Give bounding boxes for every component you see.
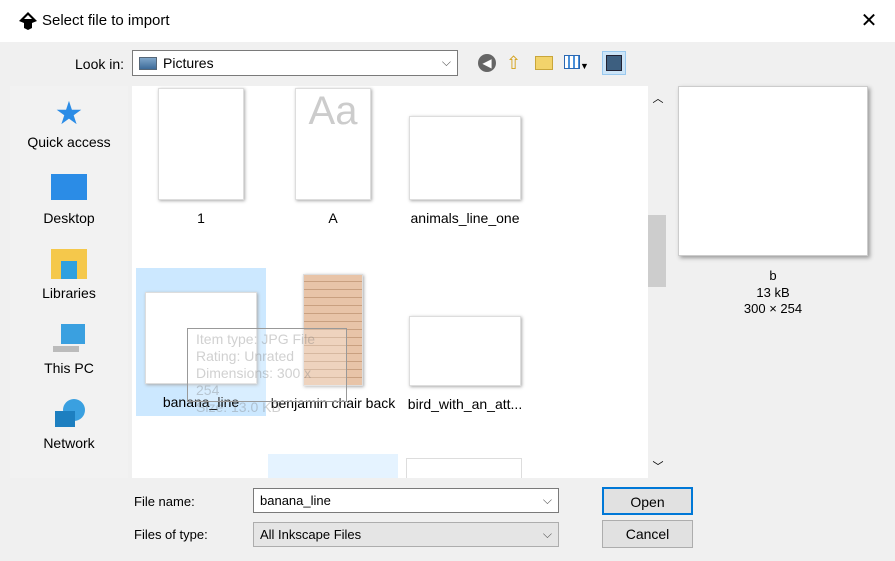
inkscape-logo-icon — [19, 12, 37, 30]
file-item-hover[interactable] — [268, 454, 398, 478]
sidebar-item-label: Libraries — [42, 285, 96, 301]
look-in-value: Pictures — [163, 55, 214, 71]
pictures-folder-icon — [139, 56, 157, 70]
tooltip-type: Item type: JPG File — [196, 331, 316, 347]
file-item[interactable]: Aa A — [268, 88, 398, 226]
file-thumbnail — [158, 88, 244, 200]
star-icon: ★ — [54, 95, 84, 131]
file-type-select[interactable]: All Inkscape Files ⌵ — [253, 522, 559, 547]
preview-dimensions: 300 × 254 — [743, 301, 803, 316]
file-list[interactable]: 1 Aa A animals_line_one banana_line benj… — [132, 86, 648, 478]
preview-toggle-icon[interactable] — [602, 51, 626, 75]
libraries-icon — [51, 249, 87, 279]
file-name-input[interactable]: banana_line ⌵ — [253, 488, 559, 513]
file-item[interactable]: bird_with_an_att... — [400, 268, 530, 412]
network-icon — [51, 399, 87, 429]
file-name: bird_with_an_att... — [407, 396, 523, 412]
file-thumbnail — [409, 116, 521, 200]
file-type-label: Files of type: — [134, 527, 208, 542]
file-item[interactable] — [406, 458, 522, 478]
sidebar-item-quick-access[interactable]: ★ Quick access — [10, 95, 128, 150]
desktop-icon — [51, 174, 87, 200]
look-in-label: Look in: — [75, 56, 125, 72]
preview-size: 13 kB — [756, 285, 790, 300]
up-folder-icon[interactable]: ⇧ — [506, 53, 524, 73]
scroll-down-icon[interactable]: ﹀ — [648, 458, 668, 474]
file-tooltip: Item type: JPG File Rating: Unrated Dime… — [187, 328, 347, 415]
file-name: A — [328, 210, 338, 226]
chevron-down-icon[interactable]: ⌵ — [543, 493, 552, 508]
sidebar-item-label: This PC — [44, 360, 94, 376]
file-item[interactable]: animals_line_one — [400, 88, 530, 226]
look-in-dropdown[interactable]: Pictures ⌵ — [132, 50, 458, 76]
sidebar-item-libraries[interactable]: Libraries — [10, 249, 128, 301]
tooltip-rating: Rating: Unrated — [196, 348, 295, 364]
cancel-button[interactable]: Cancel — [602, 520, 693, 548]
tooltip-dimensions: Dimensions: 300 x 254 — [196, 365, 312, 398]
close-button[interactable]: ✕ — [858, 8, 880, 34]
sidebar-item-this-pc[interactable]: This PC — [10, 324, 128, 376]
sidebar-item-network[interactable]: Network — [10, 399, 128, 451]
back-icon[interactable]: ◀ — [478, 54, 496, 72]
scroll-up-icon[interactable]: ︿ — [648, 90, 668, 106]
chevron-down-icon: ⌵ — [542, 527, 552, 541]
file-name: animals_line_one — [410, 210, 520, 226]
file-name-label: File name: — [134, 494, 195, 509]
sidebar-item-label: Quick access — [27, 134, 111, 150]
file-thumbnail: Aa — [295, 88, 371, 200]
view-menu-icon[interactable]: ▼ — [564, 55, 590, 71]
title-bar: Select file to import ✕ — [0, 0, 895, 42]
scrollbar-thumb[interactable] — [648, 215, 666, 287]
file-name: 1 — [197, 210, 205, 226]
new-folder-icon[interactable] — [535, 56, 553, 70]
window-title: Select file to import — [42, 12, 170, 29]
sidebar-item-desktop[interactable]: Desktop — [10, 174, 128, 226]
preview-image — [678, 86, 868, 256]
file-item[interactable]: 1 — [136, 88, 266, 226]
file-thumbnail — [409, 316, 521, 386]
file-type-value: All Inkscape Files — [260, 527, 362, 542]
chevron-down-icon: ⌵ — [441, 55, 451, 69]
preview-name: b — [769, 268, 777, 283]
sidebar-item-label: Desktop — [43, 210, 95, 226]
file-name-value: banana_line — [260, 493, 331, 508]
sidebar-item-label: Network — [43, 435, 95, 451]
computer-icon — [51, 324, 87, 354]
places-sidebar: ★ Quick access Desktop Libraries This PC… — [10, 86, 128, 478]
open-button[interactable]: Open — [602, 487, 693, 515]
tooltip-size: Size: 13.0 KB — [196, 399, 281, 415]
